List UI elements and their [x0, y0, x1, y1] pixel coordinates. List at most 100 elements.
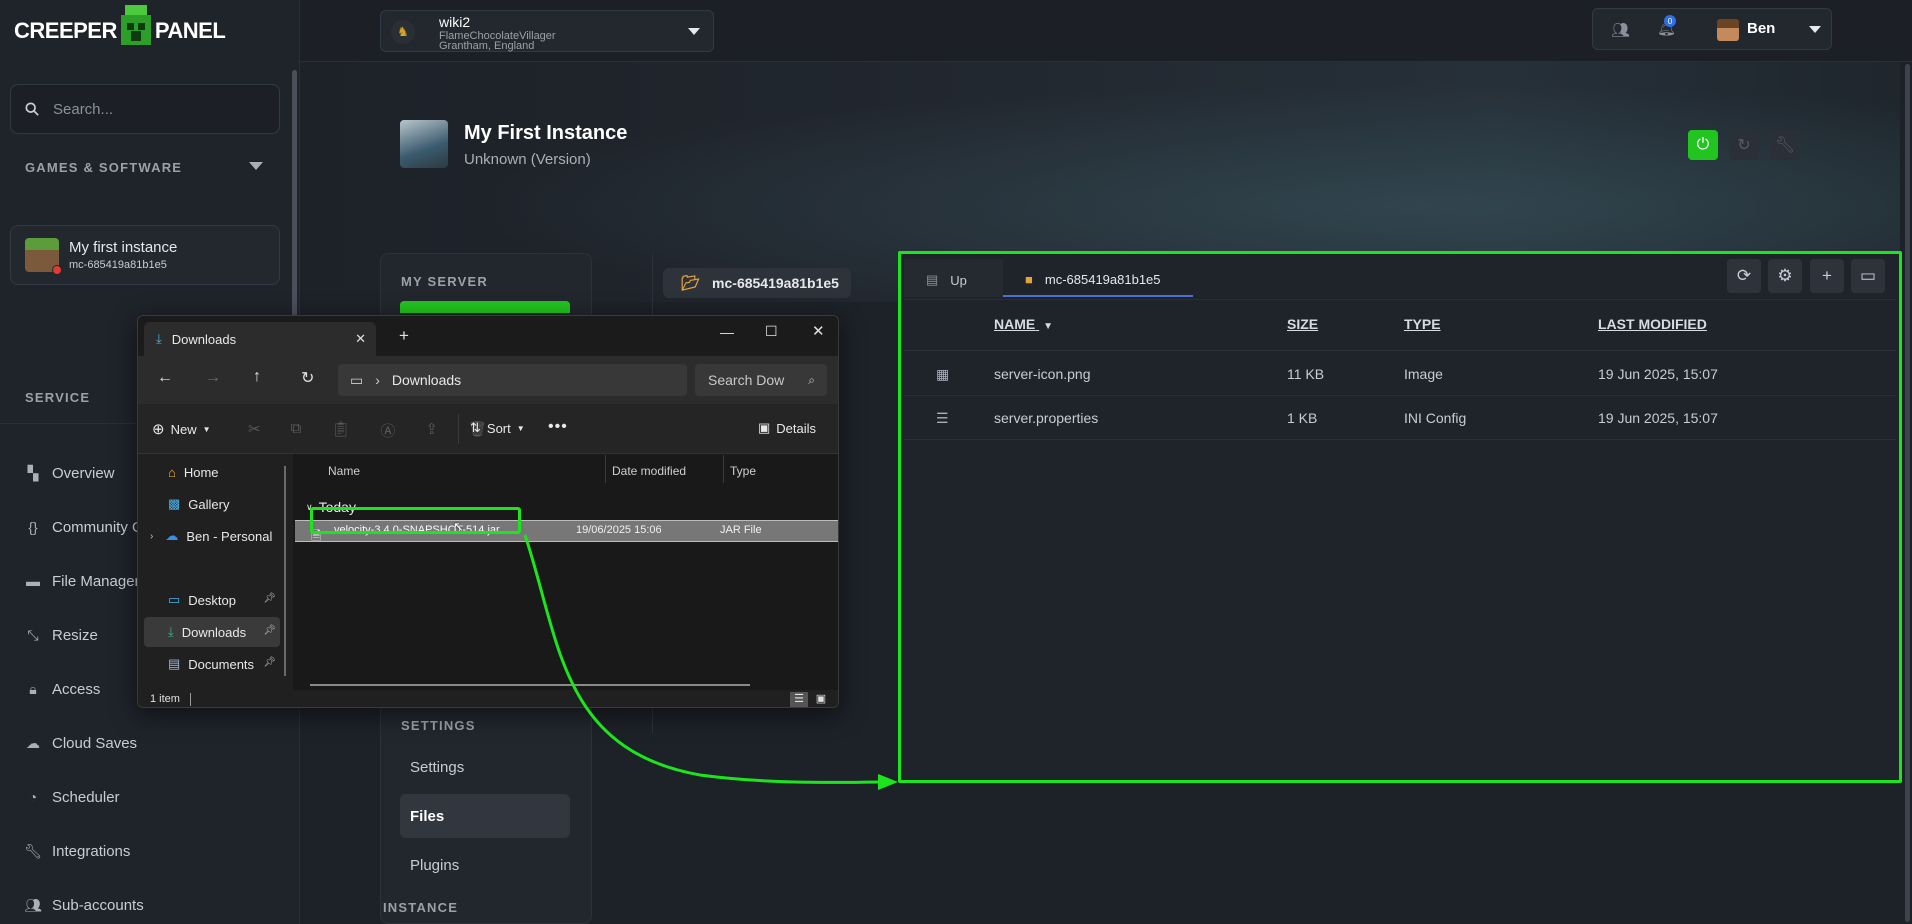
nav-label: Desktop — [188, 592, 236, 608]
sidebar-item-file-manager[interactable]: ▬ File Manager — [24, 570, 140, 592]
rename-icon[interactable]: Ⓐ — [380, 420, 395, 441]
explorer-search-input[interactable]: Search Dow ⌕ — [695, 364, 827, 396]
instance-thumbnail — [25, 238, 62, 275]
status-bar — [138, 690, 838, 707]
restart-button[interactable]: ↻ — [1729, 130, 1759, 160]
column-label: NAME — [994, 316, 1036, 332]
settings-heading: SETTINGS — [401, 718, 476, 733]
file-modified: 19 Jun 2025, 15:07 — [1598, 366, 1718, 382]
address-bar[interactable]: ▭ › Downloads — [338, 364, 687, 396]
chevron-down-icon: ▼ — [202, 424, 211, 434]
new-tab-button[interactable]: + — [399, 326, 409, 346]
image-icon: ▩ — [168, 496, 181, 511]
page-title: My First Instance — [464, 122, 628, 144]
sidebar-item-community[interactable]: {} Community G — [24, 516, 143, 538]
refresh-button[interactable]: ⟳ — [1727, 259, 1761, 293]
drag-source-highlight — [310, 507, 521, 534]
sidebar-item-resize[interactable]: ⤡ Resize — [24, 624, 97, 646]
users-icon: 👥︎ — [24, 896, 42, 913]
my-server-heading: MY SERVER — [401, 274, 488, 289]
menu-link-settings[interactable]: Settings — [400, 745, 570, 789]
nav-label: Home — [183, 464, 219, 480]
column-header-date[interactable]: Date modified — [612, 464, 686, 478]
refresh-icon[interactable]: ↻ — [301, 368, 314, 388]
sidebar-item-integrations[interactable]: 🔧︎ Integrations — [24, 840, 130, 862]
details-view-icon[interactable]: ☰ — [790, 692, 808, 707]
sidebar-item-overview[interactable]: ▚ Overview — [24, 462, 115, 484]
nav-item-desktop[interactable]: ▭ Desktop 📌︎ — [144, 585, 280, 615]
brand-right: PANEL — [154, 18, 226, 43]
horizontal-scrollbar[interactable] — [310, 684, 750, 686]
tools-button[interactable]: 🔧︎ — [1770, 130, 1800, 160]
chevron-right-icon: › — [150, 530, 154, 542]
page-scrollbar[interactable] — [1905, 64, 1910, 922]
column-header-type[interactable]: Type — [730, 464, 756, 478]
copy-icon[interactable]: ⧉ — [291, 420, 302, 441]
forward-arrow-icon[interactable]: → — [205, 369, 221, 387]
sidebar-item-scheduler[interactable]: ◔ Scheduler — [24, 786, 120, 808]
back-arrow-icon[interactable]: ← — [157, 369, 173, 387]
column-header-name[interactable]: NAME ▼ — [994, 316, 1053, 332]
add-button[interactable]: + — [1810, 259, 1844, 293]
tiles-view-icon[interactable]: ▣ — [812, 692, 830, 707]
column-header-size[interactable]: SIZE — [1287, 316, 1318, 332]
primary-action-button[interactable] — [400, 301, 570, 313]
sidebar-item-access[interactable]: 🔒︎ Access — [24, 678, 100, 700]
nav-item-downloads[interactable]: ⤓ Downloads 📌︎ — [144, 617, 280, 647]
pin-icon: 📌︎ — [263, 625, 276, 636]
power-button[interactable]: ⏻ — [1688, 130, 1718, 160]
sidebar-item-cloud-saves[interactable]: ☁ Cloud Saves — [24, 732, 137, 754]
download-icon: ⤓ — [168, 624, 174, 639]
sidebar-item-label: Sub-accounts — [52, 896, 144, 914]
server-name: wiki2 — [439, 14, 471, 30]
sidebar-item-sub-accounts[interactable]: 👥︎ Sub-accounts — [24, 894, 144, 916]
more-options-icon[interactable]: ••• — [548, 418, 568, 436]
column-header-name[interactable]: Name — [328, 464, 360, 478]
cut-icon[interactable]: ✂ — [248, 420, 261, 441]
new-button[interactable]: ⊕ New ▼ — [152, 420, 211, 438]
nav-item-onedrive[interactable]: › ☁ Ben - Personal — [144, 521, 280, 551]
table-row[interactable]: ▦ server-icon.png 11 KB Image 19 Jun 202… — [904, 352, 1896, 396]
nav-item-documents[interactable]: ▤ Documents 📌︎ — [144, 649, 280, 679]
games-collapse-chevron-icon[interactable] — [249, 162, 263, 170]
details-pane-button[interactable]: ▣ Details — [758, 420, 816, 436]
file-size: 11 KB — [1287, 366, 1325, 382]
column-header-modified[interactable]: LAST MODIFIED — [1598, 316, 1707, 332]
share-icon[interactable]: ⇪ — [425, 420, 438, 441]
address-text: Downloads — [391, 372, 462, 388]
panel-toggle-button[interactable]: ▭ — [1851, 259, 1885, 293]
divider — [458, 414, 459, 444]
paste-icon[interactable]: 📋︎ — [331, 420, 350, 441]
nav-item-gallery[interactable]: ▩ Gallery — [144, 489, 280, 519]
user-menu[interactable]: 👥︎ 🔔︎ 0 Ben — [1592, 8, 1832, 50]
minimize-button[interactable]: — — [720, 324, 734, 340]
search-placeholder: Search Dow — [708, 372, 785, 388]
pin-icon: 📌︎ — [263, 657, 276, 668]
sort-button[interactable]: ⇅ Sort ▼ — [470, 420, 525, 436]
nav-scrollbar[interactable] — [284, 466, 286, 676]
notification-badge: 0 — [1664, 15, 1676, 27]
file-date: 19/06/2025 15:06 — [576, 524, 662, 536]
server-selector[interactable]: ♞ wiki2 FlameChocolateVillager Grantham,… — [380, 10, 714, 52]
cloud-icon: ☁ — [165, 528, 179, 543]
explorer-tab[interactable]: ⤓ Downloads ✕ — [144, 322, 376, 356]
brand-logo[interactable]: CREEPER PANEL — [14, 5, 226, 48]
menu-link-plugins[interactable]: Plugins — [400, 843, 570, 887]
clock-icon: ◔ — [28, 789, 38, 805]
menu-link-files[interactable]: Files — [400, 794, 570, 838]
up-arrow-icon[interactable]: ↑ — [253, 368, 261, 386]
tab-current-folder[interactable]: ■ mc-685419a81b1e5 — [1003, 263, 1193, 297]
close-window-button[interactable]: ✕ — [812, 322, 825, 340]
column-header-type[interactable]: TYPE — [1404, 316, 1441, 332]
nav-item-home[interactable]: ⌂ Home — [144, 457, 280, 487]
community-icon[interactable]: 👥︎ — [1611, 21, 1630, 39]
maximize-button[interactable]: ☐ — [765, 323, 778, 340]
settings-gear-button[interactable]: ⚙ — [1768, 259, 1802, 293]
sidebar-search-input[interactable]: Search... — [10, 84, 280, 134]
tab-up[interactable]: ▤ Up — [904, 263, 1003, 297]
sidebar-instance-card[interactable]: My first instance mc-685419a81b1e5 — [10, 225, 280, 285]
instance-image — [400, 120, 448, 168]
close-tab-icon[interactable]: ✕ — [355, 331, 366, 347]
table-row[interactable]: ☰ server.properties 1 KB INI Config 19 J… — [904, 396, 1896, 440]
breadcrumb[interactable]: 📂︎ mc-685419a81b1e5 — [663, 268, 851, 298]
